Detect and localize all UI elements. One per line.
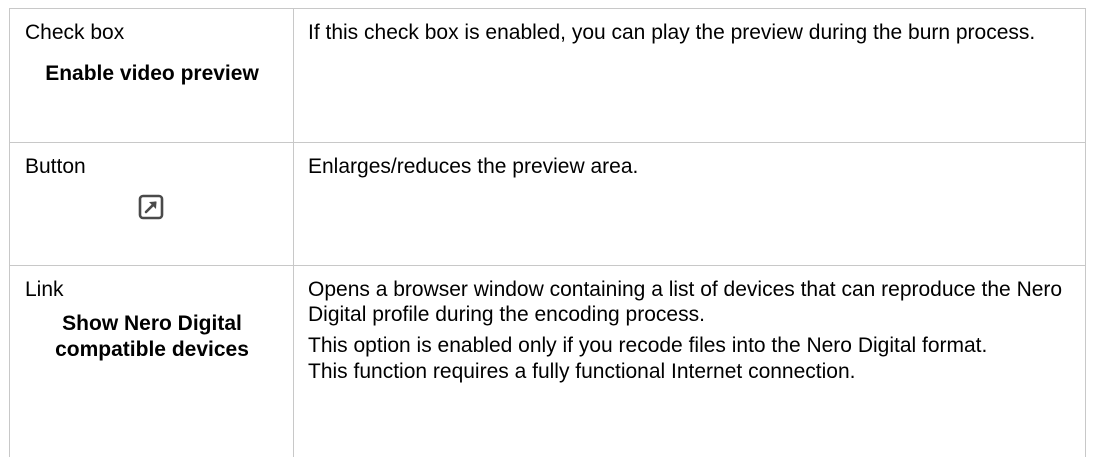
element-type-label: Button <box>25 155 86 178</box>
element-type-label: Check box <box>25 21 125 44</box>
element-type-label: Link <box>25 278 64 301</box>
description-text: This option is enabled only if you recod… <box>308 334 988 358</box>
element-cell: Check box Enable video preview <box>9 8 294 143</box>
description-text: Opens a browser window containing a list… <box>308 278 1063 327</box>
description-text: Enlarges/reduces the preview area. <box>308 155 639 178</box>
element-cell: Link Show Nero Digital compatible device… <box>9 265 294 457</box>
description-cell: Enlarges/reduces the preview area. <box>293 142 1086 266</box>
element-name-label: Enable video preview <box>45 62 259 86</box>
enlarge-arrow-icon-graphic <box>138 194 164 220</box>
options-table: Check box Enable video preview If this c… <box>9 8 1086 457</box>
element-name-label: Show Nero Digital compatible devices <box>55 312 249 362</box>
description-cell: Opens a browser window containing a list… <box>293 265 1086 457</box>
description-text: This function requires a fully functiona… <box>308 359 856 383</box>
table-row: Link Show Nero Digital compatible device… <box>9 265 1086 457</box>
description-text: If this check box is enabled, you can pl… <box>308 21 1036 44</box>
table-row: Button Enlarges/reduces the preview area… <box>9 142 1086 266</box>
enlarge-arrow-icon <box>25 194 287 226</box>
table-row: Check box Enable video preview If this c… <box>9 8 1086 143</box>
element-cell: Button <box>9 142 294 266</box>
description-cell: If this check box is enabled, you can pl… <box>293 8 1086 143</box>
